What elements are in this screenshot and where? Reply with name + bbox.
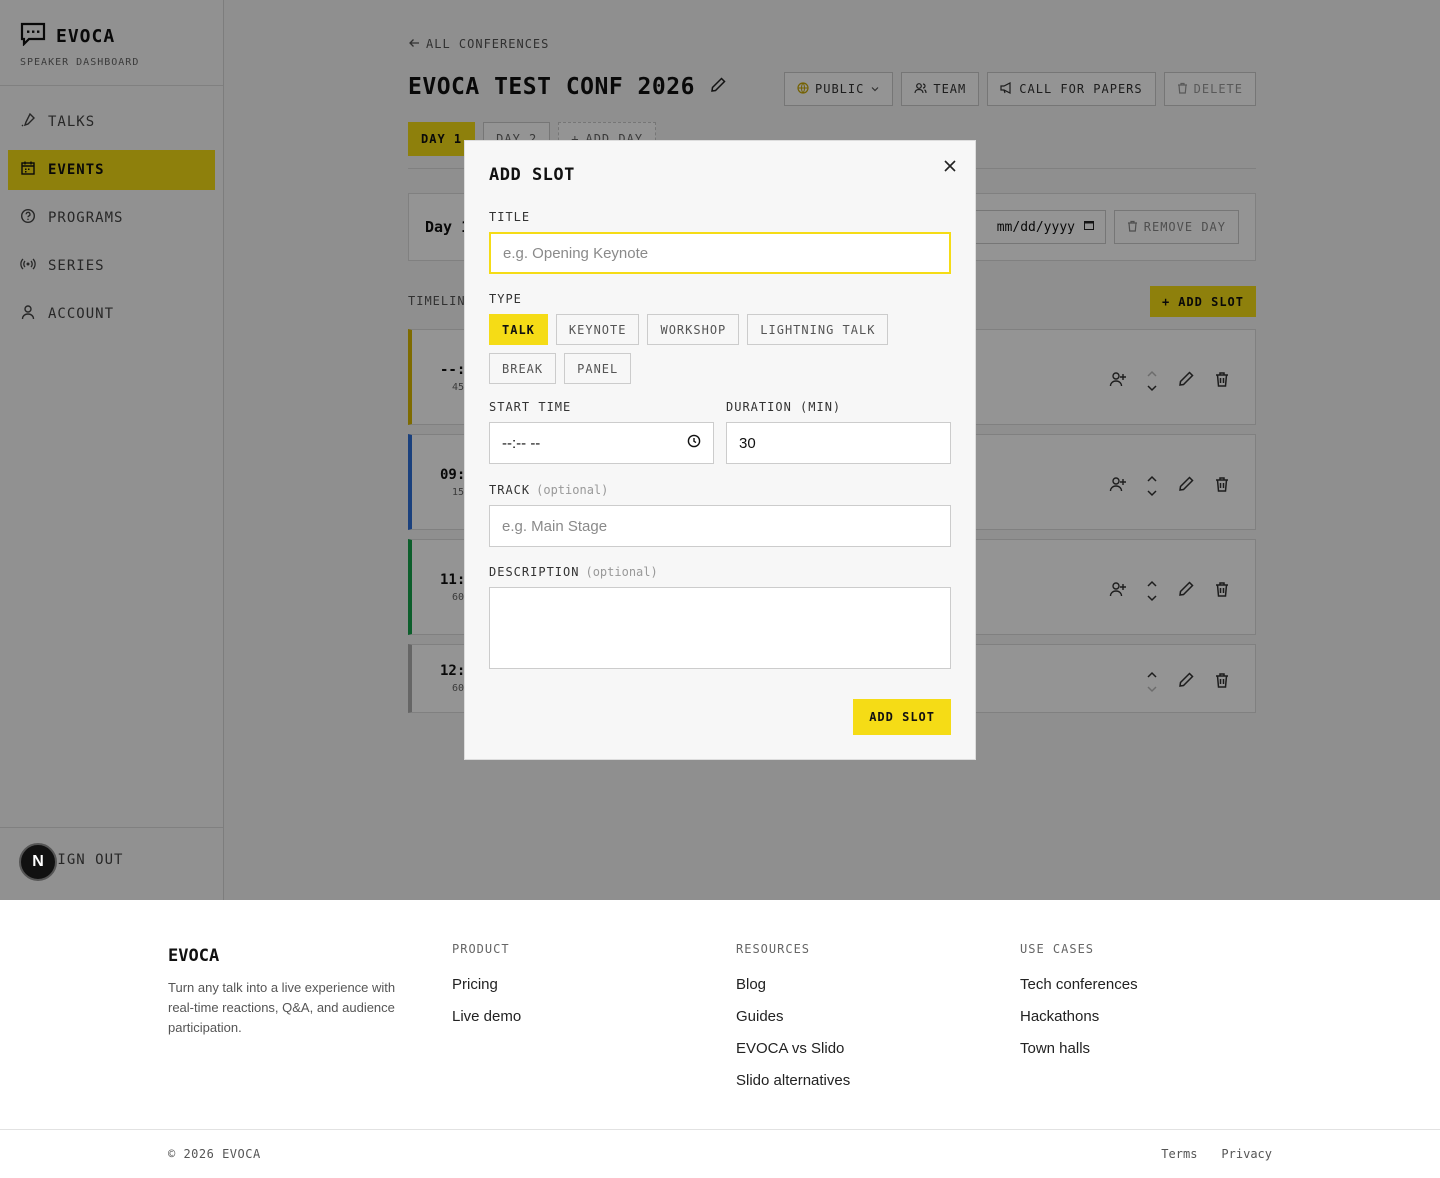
dialog-title: ADD SLOT xyxy=(489,165,575,185)
footer-link-blog[interactable]: Blog xyxy=(736,976,850,995)
footer-brand[interactable]: EVOCA xyxy=(168,946,219,966)
title-placeholder: e.g. Opening Keynote xyxy=(503,244,649,262)
close-icon[interactable] xyxy=(943,159,957,173)
duration-label: DURATION (MIN) xyxy=(726,400,842,414)
type-option-keynote[interactable]: KEYNOTE xyxy=(555,314,640,345)
track-label-text: TRACK xyxy=(489,483,531,497)
footer-divider xyxy=(0,1129,1440,1130)
add-slot-dialog: ADD SLOT TITLE e.g. Opening Keynote TYPE… xyxy=(464,140,976,760)
footer-link-town-halls[interactable]: Town halls xyxy=(1020,1040,1138,1059)
description-label-text: DESCRIPTION xyxy=(489,565,580,579)
start-time-input[interactable]: --:-- -- xyxy=(489,422,714,464)
footer-legal-links: Terms Privacy xyxy=(1161,1147,1272,1161)
footer-link-guides[interactable]: Guides xyxy=(736,1008,850,1027)
type-option-panel[interactable]: PANEL xyxy=(564,353,632,384)
type-option-talk[interactable]: TALK xyxy=(489,314,548,345)
track-label: TRACK (optional) xyxy=(489,483,608,497)
description-label: DESCRIPTION (optional) xyxy=(489,565,658,579)
footer-heading: USE CASES xyxy=(1020,942,1095,956)
type-option-lightning-talk[interactable]: LIGHTNING TALK xyxy=(747,314,889,345)
footer-tagline: Turn any talk into a live experience wit… xyxy=(168,980,396,1035)
footer-link-hackathons[interactable]: Hackathons xyxy=(1020,1008,1138,1027)
track-placeholder: e.g. Main Stage xyxy=(502,517,608,535)
start-time-value: --:-- -- xyxy=(502,434,541,452)
type-option-break[interactable]: BREAK xyxy=(489,353,557,384)
title-label: TITLE xyxy=(489,210,531,224)
duration-input[interactable]: 30 xyxy=(726,422,951,464)
description-optional-hint: (optional) xyxy=(585,565,658,579)
type-label: TYPE xyxy=(489,292,522,306)
footer-resources-column: RESOURCES Blog Guides EVOCA vs Slido Sli… xyxy=(736,942,850,1104)
footer-link-terms[interactable]: Terms xyxy=(1161,1147,1197,1161)
footer-heading: RESOURCES xyxy=(736,942,811,956)
footer-heading: PRODUCT xyxy=(452,942,510,956)
description-textarea[interactable] xyxy=(489,587,951,669)
start-time-label: START TIME xyxy=(489,400,572,414)
track-input[interactable]: e.g. Main Stage xyxy=(489,505,951,547)
footer-product-column: PRODUCT Pricing Live demo xyxy=(452,942,521,1040)
type-option-workshop[interactable]: WORKSHOP xyxy=(647,314,740,345)
clock-icon xyxy=(687,434,701,452)
footer-copyright: © 2026 EVOCA xyxy=(168,1147,261,1161)
title-input[interactable]: e.g. Opening Keynote xyxy=(489,232,951,274)
app-shell: EVOCA SPEAKER DASHBOARD TALKS EVENTS PRO… xyxy=(0,0,1440,900)
footer-link-slido-alternatives[interactable]: Slido alternatives xyxy=(736,1072,850,1091)
site-footer xyxy=(0,900,1440,1178)
footer-use-cases-column: USE CASES Tech conferences Hackathons To… xyxy=(1020,942,1138,1072)
track-optional-hint: (optional) xyxy=(536,483,609,497)
footer-link-evoca-vs-slido[interactable]: EVOCA vs Slido xyxy=(736,1040,850,1059)
submit-add-slot-button[interactable]: ADD SLOT xyxy=(853,699,951,735)
type-options: TALK KEYNOTE WORKSHOP LIGHTNING TALK BRE… xyxy=(489,314,959,384)
footer-link-pricing[interactable]: Pricing xyxy=(452,976,521,995)
footer-link-privacy[interactable]: Privacy xyxy=(1221,1147,1272,1161)
duration-value: 30 xyxy=(739,434,756,452)
footer-link-tech-conferences[interactable]: Tech conferences xyxy=(1020,976,1138,995)
footer-link-live-demo[interactable]: Live demo xyxy=(452,1008,521,1027)
dev-tools-badge[interactable]: N xyxy=(19,843,57,881)
